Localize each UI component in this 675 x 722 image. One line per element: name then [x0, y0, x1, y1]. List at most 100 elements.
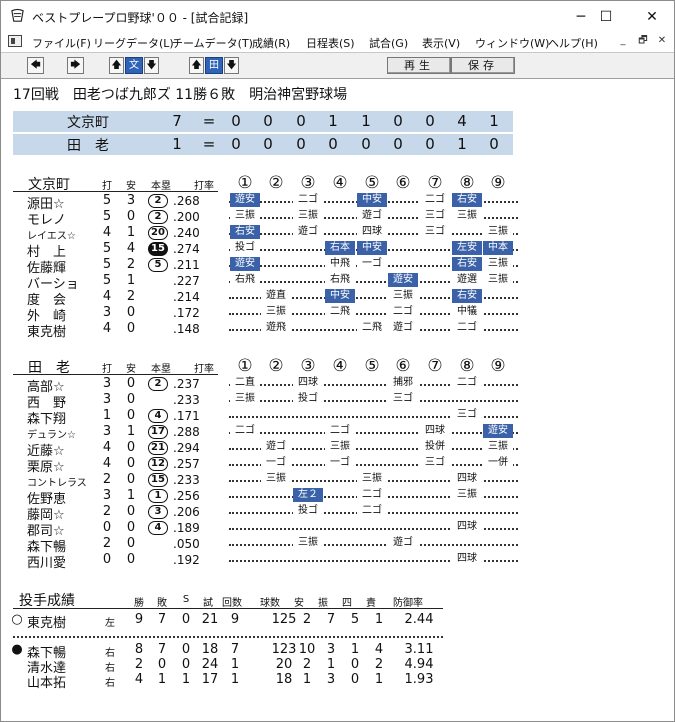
batter-row[interactable]: デュラン☆ 3 1 17 .288 二ゴ 二ゴ 四球 遊安 — [13, 424, 518, 441]
at-bat-result: 二ゴ — [357, 504, 387, 518]
batter-hr-badge: 4 — [148, 521, 168, 535]
header-hr: 本塁 — [151, 364, 171, 375]
scoreboard-inning-cell: 1 — [457, 135, 467, 153]
batter-ab: 3 — [102, 392, 112, 407]
header-ab: 打 — [102, 364, 112, 375]
scoreboard-equals: = — [202, 135, 216, 153]
batter-row[interactable]: 西 野 3 0.233 三振 投ゴ 三ゴ — [13, 392, 518, 411]
batter-row[interactable]: 村 上 5 4 15.274 投ゴ 右本 中安 左安 中本 — [13, 241, 518, 260]
batter-row[interactable]: モレノ 5 0 2.200 三振 三振 遊ゴ 三ゴ 三振 — [13, 209, 518, 228]
pitcher-ip: 1 — [230, 657, 240, 672]
team1-up-button[interactable]: 🡅 — [109, 57, 124, 74]
at-bat-result: 三ゴ — [420, 456, 450, 470]
pitcher-row[interactable]: 山本拓右 4 1 1 17 1 18 1 3 0 1 1.93 — [9, 672, 449, 691]
next-game-button[interactable]: 🡆 — [67, 57, 84, 74]
batter-row[interactable]: 栗原☆ 4 0 12.257 一ゴ 一ゴ 三ゴ 一併 — [13, 456, 518, 475]
batter-hits: 0 — [126, 376, 136, 391]
batter-row[interactable]: バーショ 5 1.227 右飛 右飛 遊安 遊選 三振 — [13, 273, 518, 292]
batter-row[interactable]: レイエス☆ 4 1 20 .240 右安 遊ゴ 四球 三ゴ 三振 — [13, 225, 518, 242]
batter-row[interactable]: 近藤☆ 4 0 21.294 遊ゴ 三振 投併 三振 — [13, 440, 518, 459]
header-hits: 安 — [126, 181, 136, 192]
batter-row[interactable]: 佐藤輝 5 2 5.211 遊安 中飛 一ゴ 右安 三振 — [13, 257, 518, 276]
menu-game[interactable]: 試合(G) — [369, 35, 408, 51]
batter-row[interactable]: 郡司☆ 0 0 4.189 四球 — [13, 520, 518, 539]
scoreboard-inning-cell: 1 — [328, 112, 338, 130]
at-bat-result: 遊ゴ — [388, 536, 418, 550]
scoreboard-total: 7 — [172, 112, 182, 130]
pitching-header: 振 — [318, 598, 328, 609]
inning-header: ② — [268, 356, 284, 376]
scoreboard-inning-cell: 0 — [361, 135, 371, 153]
prev-game-button[interactable]: 🡄 — [27, 57, 44, 74]
batter-row[interactable]: 外 崎 3 0.172 三振 二飛 二ゴ 中犠 — [13, 305, 518, 324]
pitcher-s: 0 — [181, 612, 191, 627]
batter-row[interactable]: 藤岡☆ 2 0 3.206 投ゴ 二ゴ — [13, 504, 518, 523]
batter-row[interactable]: 度 会 4 2.214 遊直 中安 三振 右安 — [13, 289, 518, 308]
scoreboard-inning-cell: 0 — [296, 112, 306, 130]
batter-row[interactable]: 高部☆ 3 0 2.237 二直 四球 捕邪 二ゴ — [13, 376, 518, 395]
batter-ab: 2 — [102, 504, 112, 519]
play-button[interactable]: 再生 — [387, 57, 451, 74]
team2-down-button[interactable]: 🡇 — [224, 57, 239, 74]
dotted-leader — [229, 432, 518, 434]
batter-avg: .050 — [173, 537, 200, 551]
at-bat-result: 投併 — [420, 440, 450, 454]
batter-name: 東克樹 — [27, 325, 67, 340]
batter-ab: 2 — [102, 472, 112, 487]
batter-hr-badge: 3 — [148, 505, 168, 519]
scoreboard-team: 文京町 — [67, 115, 109, 131]
batter-hits: 0 — [126, 520, 136, 535]
menu-records[interactable]: 成績(R) — [252, 35, 290, 51]
pitcher-l: 1 — [157, 672, 167, 687]
pitcher-bb: 0 — [350, 672, 360, 687]
at-bat-result: 二飛 — [357, 321, 387, 335]
batter-row[interactable]: 森下翔 1 0 4.171 三ゴ — [13, 408, 518, 427]
pitching-header: 回数 — [222, 598, 242, 609]
save-button[interactable]: 保存 — [451, 57, 515, 74]
menu-help[interactable]: ヘルプ(H) — [548, 35, 598, 51]
menu-file[interactable]: ファイル(F) — [32, 35, 91, 51]
batter-row[interactable]: 佐野恵 3 1 1.256 左２ 二ゴ 三振 — [13, 488, 518, 507]
mdi-close-icon[interactable]: ✕ — [654, 34, 670, 49]
mdi-restore-icon[interactable]: 🗗 — [635, 34, 651, 49]
batter-ab: 4 — [102, 289, 112, 304]
menu-view[interactable]: 表示(V) — [422, 35, 460, 51]
menu-team-data[interactable]: チームデータ(T) — [172, 35, 253, 51]
close-button[interactable]: ✕ — [629, 1, 674, 32]
at-bat-result: 二ゴ — [325, 424, 355, 438]
batter-hr-badge: 5 — [148, 258, 168, 272]
batter-avg: .233 — [173, 473, 200, 487]
dotted-leader — [229, 400, 518, 402]
menu-window[interactable]: ウィンドウ(W) — [475, 35, 549, 51]
pitcher-s: 1 — [181, 672, 191, 687]
batter-row[interactable]: 源田☆ 5 3 2.268 遊安 二ゴ 中安 二ゴ 右安 — [13, 193, 518, 212]
pitcher-row[interactable]: ○ 東克樹左 9 7 0 21 9 125 2 7 5 1 2.44 — [9, 612, 449, 631]
menu-league-data[interactable]: リーグデータ(L) — [93, 35, 174, 51]
pitcher-era: 4.94 — [404, 657, 434, 672]
scoreboard-inning-cell: 0 — [231, 135, 241, 153]
pitcher-k: 3 — [326, 672, 336, 687]
batter-row[interactable]: 西川愛 0 0 .192 四球 — [13, 552, 518, 571]
mdi-minimize-icon[interactable]: _ — [615, 34, 631, 49]
batter-ab: 3 — [102, 305, 112, 320]
maximize-button[interactable]: ☐ — [583, 1, 629, 32]
pitcher-er: 4 — [374, 642, 384, 657]
scoreboard-row: 田 老 1 = 0 0 0 0 0 0 0 1 0 — [13, 134, 513, 155]
at-bat-result: 三振 — [452, 209, 482, 223]
pitching-header: 球数 — [260, 598, 280, 609]
team1-down-button[interactable]: 🡇 — [144, 57, 159, 74]
document-icon[interactable] — [8, 35, 22, 47]
team1-toggle[interactable]: 文 — [125, 57, 143, 74]
batter-avg: .227 — [173, 274, 200, 288]
team2-up-button[interactable]: 🡅 — [189, 57, 204, 74]
pitcher-g: 17 — [201, 672, 219, 687]
batter-row[interactable]: 東克樹 4 0 .148 遊飛 二飛 遊ゴ 二ゴ — [13, 321, 518, 340]
header-rule — [13, 374, 218, 375]
pitching-header: 勝 — [134, 598, 144, 609]
title-bar[interactable]: ベストプレープロ野球'００ - [試合記録] ─ ☐ ✕ — [1, 1, 674, 32]
team2-toggle[interactable]: 田 — [205, 57, 223, 74]
menu-schedule[interactable]: 日程表(S) — [306, 35, 355, 51]
batter-ab: 3 — [102, 376, 112, 391]
batter-row[interactable]: 森下暢 2 0.050 三振 遊ゴ — [13, 536, 518, 555]
batter-row[interactable]: コントレラス 2 0 15 .233 三振 三振 四球 — [13, 472, 518, 489]
